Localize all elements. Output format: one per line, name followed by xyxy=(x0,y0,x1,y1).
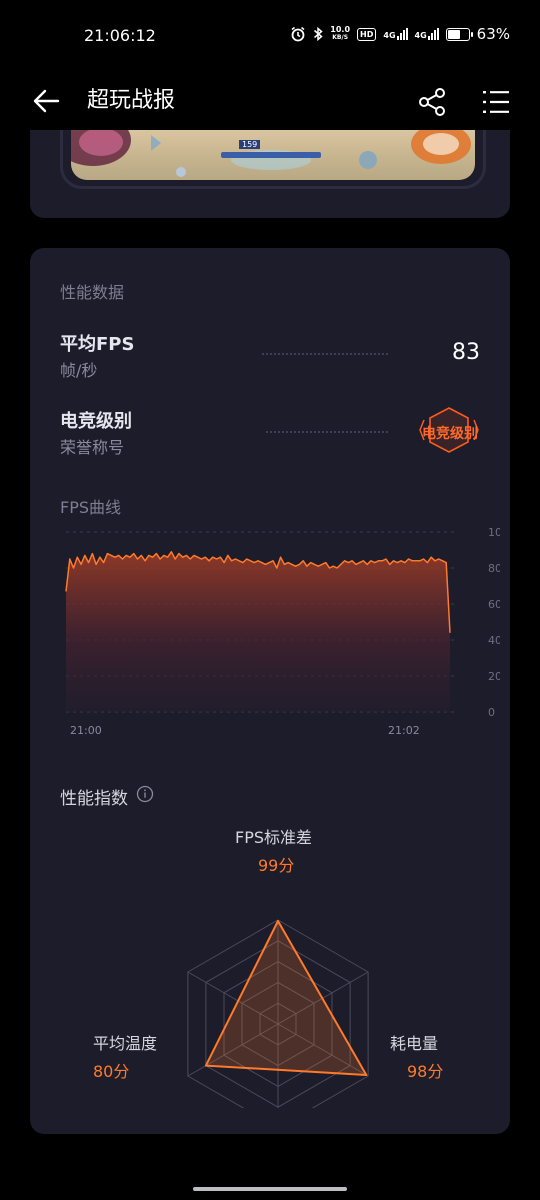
esports-badge-label: 电竞级别 xyxy=(422,426,478,442)
app-bar: 超玩战报 xyxy=(0,72,540,132)
back-arrow-icon[interactable] xyxy=(30,86,64,116)
fps-curve-label: FPS曲线 xyxy=(60,498,122,517)
battery-percent: 63% xyxy=(476,25,510,43)
signal-icon-sim1: 4G xyxy=(383,28,408,40)
radar-score-polygon xyxy=(204,920,368,1076)
avg-fps-title: 平均FPS xyxy=(60,334,135,355)
y-tick-label: 20 xyxy=(488,670,500,683)
x-tick-label: 21:00 xyxy=(70,724,102,737)
performance-card: 性能数据 平均FPS 帧/秒 83 电竞级别 荣誉称号 电竞级别 FPS曲线 1… xyxy=(30,248,510,1134)
avg-fps-value: 83 xyxy=(452,340,480,365)
performance-radar-chart xyxy=(187,919,369,1108)
status-time: 21:06:12 xyxy=(84,26,156,45)
hp-bar xyxy=(221,152,321,158)
alarm-icon xyxy=(291,26,305,42)
esports-level-subtitle: 荣誉称号 xyxy=(60,438,125,457)
hd-icon: HD xyxy=(357,27,377,41)
y-tick-label: 0 xyxy=(488,706,495,719)
share-icon[interactable] xyxy=(416,86,448,118)
page-title: 超玩战报 xyxy=(87,88,176,113)
radar-label-fps-std: FPS标准差 xyxy=(235,828,313,847)
status-icons: 10.0 KB/S HD 4G 4G 63% xyxy=(290,25,510,43)
status-bar: 21:06:12 10.0 KB/S HD 4G 4G 63% xyxy=(0,0,540,72)
radar-label-temperature: 平均温度 xyxy=(93,1034,158,1053)
divider-dots xyxy=(266,431,388,433)
game-screenshot-card: 159 xyxy=(30,130,510,218)
avg-fps-unit: 帧/秒 xyxy=(60,361,98,380)
hp-value: 159 xyxy=(239,140,261,149)
fps-curve-chart: 100 80 60 40 20 0 21:00 21:02 xyxy=(65,526,500,737)
y-tick-label: 60 xyxy=(488,598,500,611)
y-tick-label: 100 xyxy=(488,526,500,539)
fps-area-fill xyxy=(66,551,450,712)
radar-label-power: 耗电量 xyxy=(390,1034,439,1053)
radar-score-power: 98分 xyxy=(407,1062,444,1081)
list-menu-icon[interactable] xyxy=(480,86,512,118)
radar-score-temperature: 80分 xyxy=(93,1062,130,1081)
net-speed: 10.0 KB/S xyxy=(330,25,351,42)
y-tick-label: 40 xyxy=(488,634,500,647)
divider-dots xyxy=(262,353,388,355)
x-tick-label: 21:02 xyxy=(388,724,420,737)
info-icon[interactable] xyxy=(136,785,154,803)
signal-icon-sim2: 4G xyxy=(415,28,439,40)
y-tick-label: 80 xyxy=(488,562,500,575)
battery-icon xyxy=(445,27,473,41)
performance-index-title: 性能指数 xyxy=(60,789,128,809)
home-indicator[interactable] xyxy=(193,1187,347,1191)
esports-level-title: 电竞级别 xyxy=(60,411,132,432)
game-screenshot-thumbnail[interactable]: 159 xyxy=(71,130,475,180)
bluetooth-icon xyxy=(314,26,323,42)
screenshot-frame: 159 xyxy=(60,130,486,189)
section-title-performance: 性能数据 xyxy=(60,283,125,302)
